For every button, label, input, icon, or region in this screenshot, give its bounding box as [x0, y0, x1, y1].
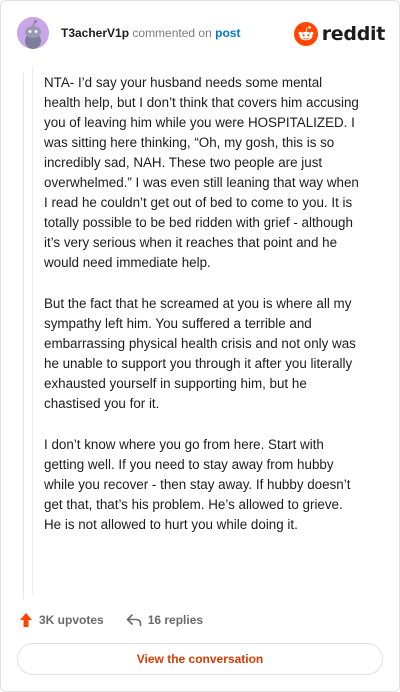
comment-header: T3acherV1p commented on post reddit — [17, 17, 385, 51]
action-text: commented on — [132, 26, 212, 40]
comment-byline: T3acherV1p commented on post — [61, 26, 240, 40]
comment-paragraph: NTA- I’d say your husband needs some men… — [44, 75, 359, 270]
upvote-arrow-icon — [20, 613, 32, 627]
snoo-avatar-icon — [17, 17, 49, 49]
username-link[interactable]: T3acherV1p — [61, 26, 129, 40]
user-avatar[interactable] — [17, 17, 49, 49]
view-conversation-button[interactable]: View the conversation — [17, 643, 383, 675]
comment-paragraph: But the fact that he screamed at you is … — [44, 296, 356, 411]
upvote-button[interactable]: 3K upvotes — [19, 612, 104, 628]
reply-arrow-icon — [126, 614, 141, 627]
post-link[interactable]: post — [215, 26, 240, 40]
replies-button[interactable]: 16 replies — [126, 613, 203, 627]
replies-count: 16 replies — [147, 613, 204, 627]
comment-paragraph: I don’t know where you go from here. Sta… — [44, 437, 351, 532]
brand-text: reddit — [321, 23, 386, 45]
comment-body: NTA- I’d say your husband needs some men… — [23, 73, 362, 599]
comment-actions: 3K upvotes 16 replies — [19, 609, 225, 631]
upvote-count: 3K upvotes — [39, 613, 104, 627]
reddit-snoo-icon — [293, 22, 318, 46]
reddit-logo[interactable]: reddit — [293, 21, 386, 47]
comment-card: T3acherV1p commented on post reddit NTA-… — [0, 0, 400, 692]
